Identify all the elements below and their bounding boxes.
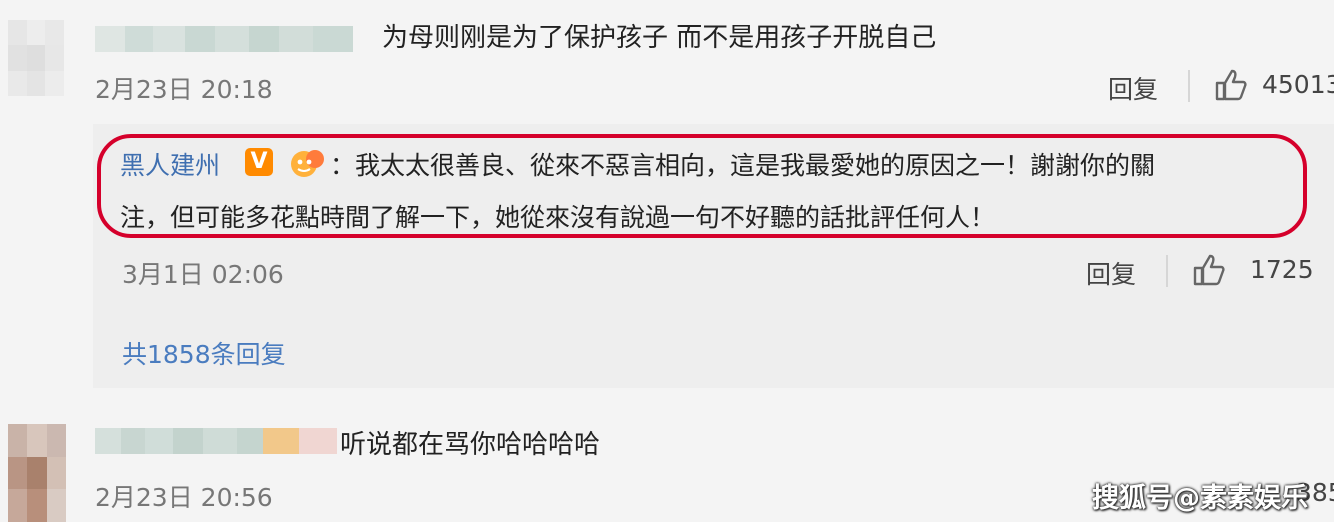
watermark: 搜狐号@素素娱乐 (1092, 483, 1308, 514)
reply-time: 3月1日 02:06 (122, 260, 284, 289)
divider (1188, 70, 1190, 102)
reply-text-line1: ：我太太很善良、從來不惡言相向，這是我最愛她的原因之一！謝謝你的關 (330, 151, 1156, 180)
username-blurred[interactable] (95, 26, 353, 52)
avatar[interactable] (8, 20, 64, 96)
like-count: 45013 (1262, 70, 1334, 99)
reply-username[interactable]: 黑人建州 (120, 151, 220, 180)
reply-text-line2: 注，但可能多花點時間了解一下，她從來沒有說過一句不好聽的話批評任何人！ (120, 203, 996, 232)
comment-time: 2月23日 20:18 (95, 75, 273, 104)
avatar[interactable] (8, 424, 66, 522)
comment-text: 听说都在骂你哈哈哈哈 (340, 430, 601, 460)
divider (1166, 255, 1168, 287)
reply-button[interactable]: 回复 (1108, 70, 1158, 106)
thumbs-up-icon[interactable] (1192, 253, 1226, 287)
vip-badge-icon (291, 150, 324, 177)
total-replies-link[interactable]: 共1858条回复 (122, 335, 286, 371)
thumbs-up-icon[interactable] (1214, 68, 1248, 102)
reply-button[interactable]: 回复 (1086, 255, 1136, 291)
comment-text: 为母则刚是为了保护孩子 而不是用孩子开脱自己 (382, 23, 937, 53)
like-count: 1725 (1250, 255, 1314, 284)
username-blurred[interactable] (95, 428, 337, 454)
reply-line-1: 黑人建州 (120, 146, 220, 182)
verified-v-icon: V (245, 148, 273, 176)
comment-time: 2月23日 20:56 (95, 483, 273, 512)
